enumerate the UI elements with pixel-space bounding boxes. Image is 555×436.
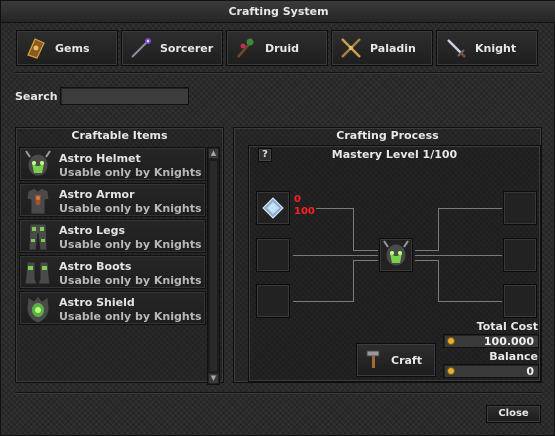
craftable-items-title: Craftable Items: [71, 129, 168, 142]
list-item[interactable]: Astro Legs Usable only by Knights: [19, 219, 206, 253]
vocation-tabs: Gems Sorcerer Druid Paladin Knight: [16, 30, 542, 66]
connector-line: [438, 208, 502, 209]
ingredient-have-count: 0: [294, 194, 301, 205]
item-name: Astro Helmet: [59, 152, 141, 165]
ingredient-slot-1[interactable]: [256, 191, 290, 225]
item-name: Astro Armor: [59, 188, 135, 201]
craft-button[interactable]: Craft: [356, 343, 436, 377]
armor-icon: [22, 185, 54, 217]
ingredient-slot-3[interactable]: [256, 284, 290, 318]
list-item[interactable]: Astro Armor Usable only by Knights: [19, 183, 206, 217]
item-usage: Usable only by Knights: [59, 274, 202, 287]
hammer-icon: [365, 349, 383, 372]
connector-line: [438, 260, 439, 302]
item-usage: Usable only by Knights: [59, 166, 202, 179]
total-cost-value: 100.000: [483, 335, 534, 348]
result-slot[interactable]: [379, 238, 413, 272]
craftable-items-panel: Craftable Items Astro Helmet Usable only…: [15, 127, 224, 385]
scroll-down-icon[interactable]: ▼: [208, 373, 219, 384]
crystal-icon: [261, 196, 285, 223]
ingredient-slot-5[interactable]: [503, 238, 537, 272]
search-input[interactable]: [60, 87, 189, 105]
divider-top: [15, 72, 542, 74]
tab-druid[interactable]: Druid: [226, 30, 328, 66]
gem-pouch-icon: [23, 35, 49, 61]
balance-field: 0: [443, 364, 539, 378]
total-cost-label: Total Cost: [476, 320, 538, 333]
total-cost-field: 100.000: [443, 334, 539, 348]
crafting-process-title: Crafting Process: [336, 129, 439, 142]
ingredient-slot-4[interactable]: [503, 191, 537, 225]
item-name: Astro Shield: [59, 296, 135, 309]
craft-label: Craft: [391, 353, 422, 367]
item-usage: Usable only by Knights: [59, 238, 202, 251]
ingredient-slot-6[interactable]: [503, 284, 537, 318]
rod-icon: [233, 35, 259, 61]
connector-line: [316, 208, 353, 209]
crafting-window: Crafting System Gems Sorcerer Druid Pala…: [0, 0, 555, 436]
helmet-icon: [22, 149, 54, 181]
list-item[interactable]: Astro Helmet Usable only by Knights: [19, 147, 206, 181]
close-button[interactable]: Close: [486, 405, 541, 423]
ingredient-need-count: 100: [294, 206, 315, 217]
gold-coin-icon: [447, 337, 455, 345]
crafting-process-inner: ? Mastery Level 1/100 0 100 Craft Total …: [248, 145, 541, 382]
list-item[interactable]: Astro Shield Usable only by Knights: [19, 291, 206, 325]
connector-line: [415, 260, 439, 261]
balance-label: Balance: [489, 350, 538, 363]
connector-line: [353, 260, 378, 261]
ingredient-slot-2[interactable]: [256, 238, 290, 272]
tab-paladin[interactable]: Paladin: [331, 30, 433, 66]
connector-line: [415, 250, 439, 251]
connector-line: [353, 260, 354, 302]
helmet-icon: [380, 239, 412, 274]
mastery-level: Mastery Level 1/100: [331, 148, 458, 161]
connector-line: [438, 208, 439, 250]
tab-knight[interactable]: Knight: [436, 30, 538, 66]
gold-coin-icon: [447, 367, 455, 375]
item-usage: Usable only by Knights: [59, 202, 202, 215]
item-list-scrollbar[interactable]: ▲ ▼: [207, 147, 220, 385]
legs-icon: [22, 221, 54, 253]
search-label: Search: [15, 90, 58, 103]
connector-line: [353, 250, 378, 251]
balance-value: 0: [526, 365, 534, 378]
scroll-track[interactable]: [210, 161, 217, 371]
shield-icon: [22, 293, 54, 325]
scroll-up-icon[interactable]: ▲: [208, 148, 219, 159]
wand-icon: [128, 35, 154, 61]
tab-sorcerer[interactable]: Sorcerer: [121, 30, 223, 66]
crafting-process-panel: Crafting Process ? Mastery Level 1/100 0…: [233, 127, 542, 383]
item-name: Astro Boots: [59, 260, 132, 273]
connector-line: [293, 301, 354, 302]
connector-line: [293, 255, 378, 256]
connector-line: [353, 208, 354, 250]
sword-icon: [443, 35, 469, 61]
tab-gems[interactable]: Gems: [16, 30, 118, 66]
item-name: Astro Legs: [59, 224, 126, 237]
connector-line: [415, 255, 502, 256]
divider-bottom: [15, 392, 542, 394]
connector-line: [438, 301, 502, 302]
boots-icon: [22, 257, 54, 289]
crossbow-icon: [338, 35, 364, 61]
list-item[interactable]: Astro Boots Usable only by Knights: [19, 255, 206, 289]
item-usage: Usable only by Knights: [59, 310, 202, 323]
window-title: Crafting System: [1, 1, 555, 23]
